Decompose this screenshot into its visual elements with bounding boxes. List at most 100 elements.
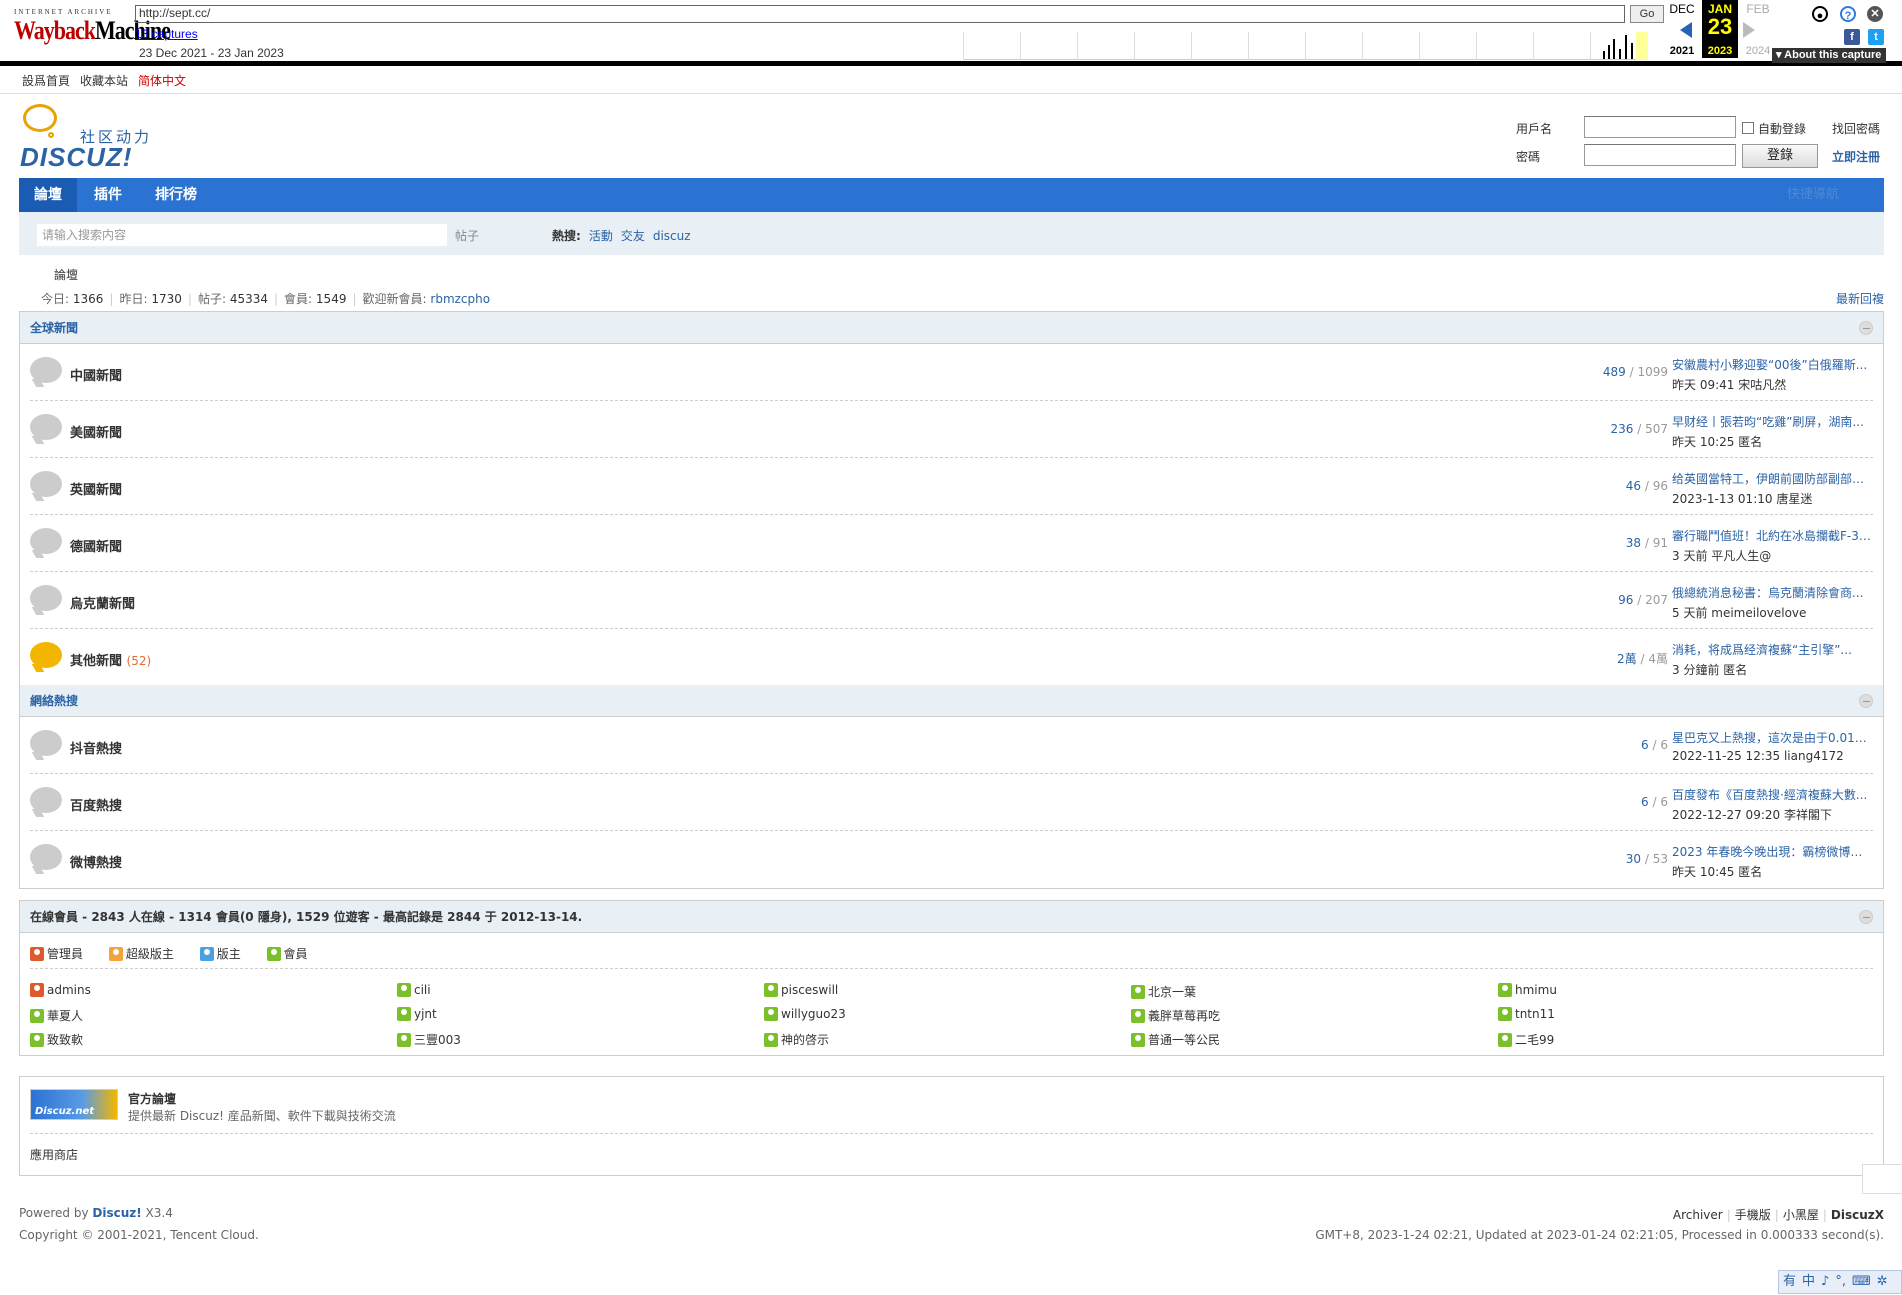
twitter-icon[interactable]: t	[1868, 29, 1884, 45]
online-user[interactable]: 神的啓示	[764, 1031, 829, 1048]
wayback-url-input[interactable]: http://sept.cc/	[135, 5, 1625, 23]
online-user[interactable]: admins	[30, 983, 91, 997]
prev-year[interactable]: 2021	[1664, 45, 1700, 57]
username-input[interactable]	[1584, 116, 1736, 138]
online-user[interactable]: 二毛99	[1498, 1031, 1554, 1048]
scroll-to-top-button[interactable]	[1862, 1164, 1902, 1194]
last-post-title[interactable]: 2023 年春晚今晚出現：霸榜微博熱搜...	[1672, 843, 1872, 860]
ime-logo-icon[interactable]: 有	[1783, 1274, 1796, 1289]
online-user[interactable]: 致致軟	[30, 1031, 83, 1048]
stat-yesterday: 1730	[151, 292, 182, 306]
login-button[interactable]: 登錄	[1742, 144, 1818, 168]
collapse-icon[interactable]	[1859, 321, 1873, 335]
last-post-meta: 3 分鐘前 匿名	[1672, 663, 1748, 677]
prev-month[interactable]: DEC	[1664, 2, 1700, 16]
collapse-icon[interactable]	[1859, 910, 1873, 924]
ime-moon-icon[interactable]: ♪	[1821, 1274, 1829, 1289]
breadcrumb[interactable]: 論壇	[54, 266, 78, 283]
help-icon[interactable]: ?	[1840, 6, 1856, 22]
archiver-link[interactable]: Archiver	[1673, 1208, 1723, 1222]
search-input[interactable]: 请输入搜索内容	[37, 224, 447, 246]
last-post-title[interactable]: 消耗，将成爲经濟複蘇“主引擎”...	[1672, 641, 1872, 658]
close-icon[interactable]: ✕	[1867, 6, 1883, 22]
online-user[interactable]: yjnt	[397, 1007, 437, 1021]
hot-search-item[interactable]: 活動	[589, 229, 613, 243]
online-user[interactable]: 華夏人	[30, 1007, 83, 1024]
discuz-link[interactable]: Discuz!	[92, 1206, 141, 1220]
group-title[interactable]: 全球新聞	[30, 321, 78, 335]
discuzx-link[interactable]: DiscuzX	[1831, 1208, 1884, 1222]
ime-settings-icon[interactable]: ✲	[1877, 1274, 1888, 1289]
group-title[interactable]: 網絡熱搜	[30, 694, 78, 708]
wayback-go-button[interactable]: Go	[1630, 5, 1664, 23]
auto-login-checkbox[interactable]	[1742, 122, 1754, 134]
ime-toolbar[interactable]: 有中 ♪ °, ⌨ ✲	[1778, 1270, 1902, 1294]
set-homepage-link[interactable]: 設爲首頁	[22, 74, 70, 88]
last-post-title[interactable]: 百度發布《百度熱搜·經濟複蘇大數...	[1672, 786, 1872, 803]
last-post-title[interactable]: 安徽農村小夥迎娶“00後”白俄羅斯...	[1672, 356, 1872, 373]
member-user-icon	[30, 1033, 44, 1047]
ime-keyboard-icon[interactable]: ⌨	[1852, 1274, 1871, 1289]
group-header[interactable]: 網絡熱搜	[20, 685, 1883, 717]
last-post-title[interactable]: 審行職鬥值班！北約在冰島攔截F-35...	[1672, 527, 1872, 544]
forum-name[interactable]: 中國新聞	[70, 365, 122, 384]
mobile-link[interactable]: 手機版	[1735, 1208, 1771, 1222]
prev-capture-arrow-icon[interactable]	[1680, 22, 1692, 38]
wayback-sparkline[interactable]	[963, 32, 1648, 60]
online-user[interactable]: pisceswill	[764, 983, 838, 997]
forum-name[interactable]: 美國新聞	[70, 422, 122, 441]
online-user[interactable]: tntn11	[1498, 1007, 1555, 1021]
quick-nav[interactable]: 快捷導航	[1787, 178, 1839, 212]
forum-name[interactable]: 百度熱搜	[70, 795, 122, 814]
forum-name[interactable]: 抖音熱搜	[70, 738, 122, 757]
group-header[interactable]: 全球新聞	[20, 312, 1883, 344]
last-post-title[interactable]: 俄總統消息秘書：烏克蘭清除會商...	[1672, 584, 1872, 601]
site-logo[interactable]: 社区动力 DISCUZ!	[18, 104, 158, 174]
nav-forum[interactable]: 論壇	[19, 178, 77, 212]
friend-link-title[interactable]: 官方論壇	[128, 1090, 176, 1107]
wayback-captures-link[interactable]: 13 captures	[135, 27, 198, 41]
latest-replies-link[interactable]: 最新回複	[1836, 290, 1884, 307]
online-user[interactable]: cili	[397, 983, 431, 997]
hot-search-item[interactable]: 交友	[621, 229, 645, 243]
friend-link-row[interactable]: Discuz.net 官方論壇 提供最新 Discuz! 産品新聞、軟件下載與技…	[30, 1077, 1873, 1134]
nav-rankings[interactable]: 排行榜	[140, 178, 212, 212]
ime-punct-icon[interactable]: °,	[1835, 1274, 1846, 1289]
forum-name[interactable]: 德國新聞	[70, 536, 122, 555]
last-post-title[interactable]: 星巴克又上熱搜，這次是由于0.01元...	[1672, 729, 1872, 746]
last-post-title[interactable]: 早财经丨張若昀“吃雞”刷屏，湖南...	[1672, 413, 1872, 430]
online-user-list: admins cili pisceswill 北京一葉 hmimu 華夏人 yj…	[30, 983, 1873, 1048]
forum-name[interactable]: 其他新聞 (52)	[70, 650, 151, 669]
forum-name[interactable]: 烏克蘭新聞	[70, 593, 135, 612]
ime-lang-icon[interactable]: 中	[1802, 1274, 1815, 1289]
bookmark-link[interactable]: 收藏本站	[80, 74, 128, 88]
forum-name[interactable]: 微博熱搜	[70, 852, 122, 871]
forum-name[interactable]: 英國新聞	[70, 479, 122, 498]
hot-search-item[interactable]: discuz	[653, 229, 691, 243]
simplified-chinese-link[interactable]: 简体中文	[138, 74, 186, 88]
discuz-net-logo[interactable]: Discuz.net	[30, 1089, 118, 1120]
online-user[interactable]: willyguo23	[764, 1007, 846, 1021]
online-user[interactable]: 普通一等公民	[1131, 1031, 1220, 1048]
online-user[interactable]: 三豐003	[397, 1031, 461, 1048]
password-input[interactable]	[1584, 144, 1736, 166]
nav-plugins[interactable]: 插件	[79, 178, 137, 212]
about-capture-button[interactable]: ▾ About this capture	[1772, 48, 1886, 63]
forgot-password-link[interactable]: 找回密碼	[1832, 120, 1880, 137]
blacklist-link[interactable]: 小黑屋	[1783, 1208, 1819, 1222]
wayback-logo[interactable]: INTERNET ARCHIVE WaybackMachine	[14, 8, 171, 54]
sparkline-year-divider	[1248, 32, 1249, 60]
search-type-select[interactable]: 帖子	[455, 227, 479, 244]
online-user[interactable]: 北京一葉	[1131, 983, 1196, 1000]
facebook-icon[interactable]: f	[1844, 29, 1860, 45]
user-icon[interactable]: ●	[1812, 6, 1828, 22]
collapse-icon[interactable]	[1859, 694, 1873, 708]
register-link[interactable]: 立即注冊	[1832, 148, 1880, 165]
online-user[interactable]: 義胖草莓再吃	[1131, 1007, 1220, 1024]
online-header[interactable]: 在線會員 - 2843 人在線 - 1314 會員(0 隱身), 1529 位遊…	[20, 901, 1883, 933]
forum-status-icon	[30, 787, 62, 813]
online-user[interactable]: hmimu	[1498, 983, 1557, 997]
app-store-link[interactable]: 應用商店	[20, 1134, 1883, 1175]
newest-member-link[interactable]: rbmzcpho	[430, 292, 490, 306]
last-post-title[interactable]: 给英國當特工，伊朗前國防部副部長...	[1672, 470, 1872, 487]
